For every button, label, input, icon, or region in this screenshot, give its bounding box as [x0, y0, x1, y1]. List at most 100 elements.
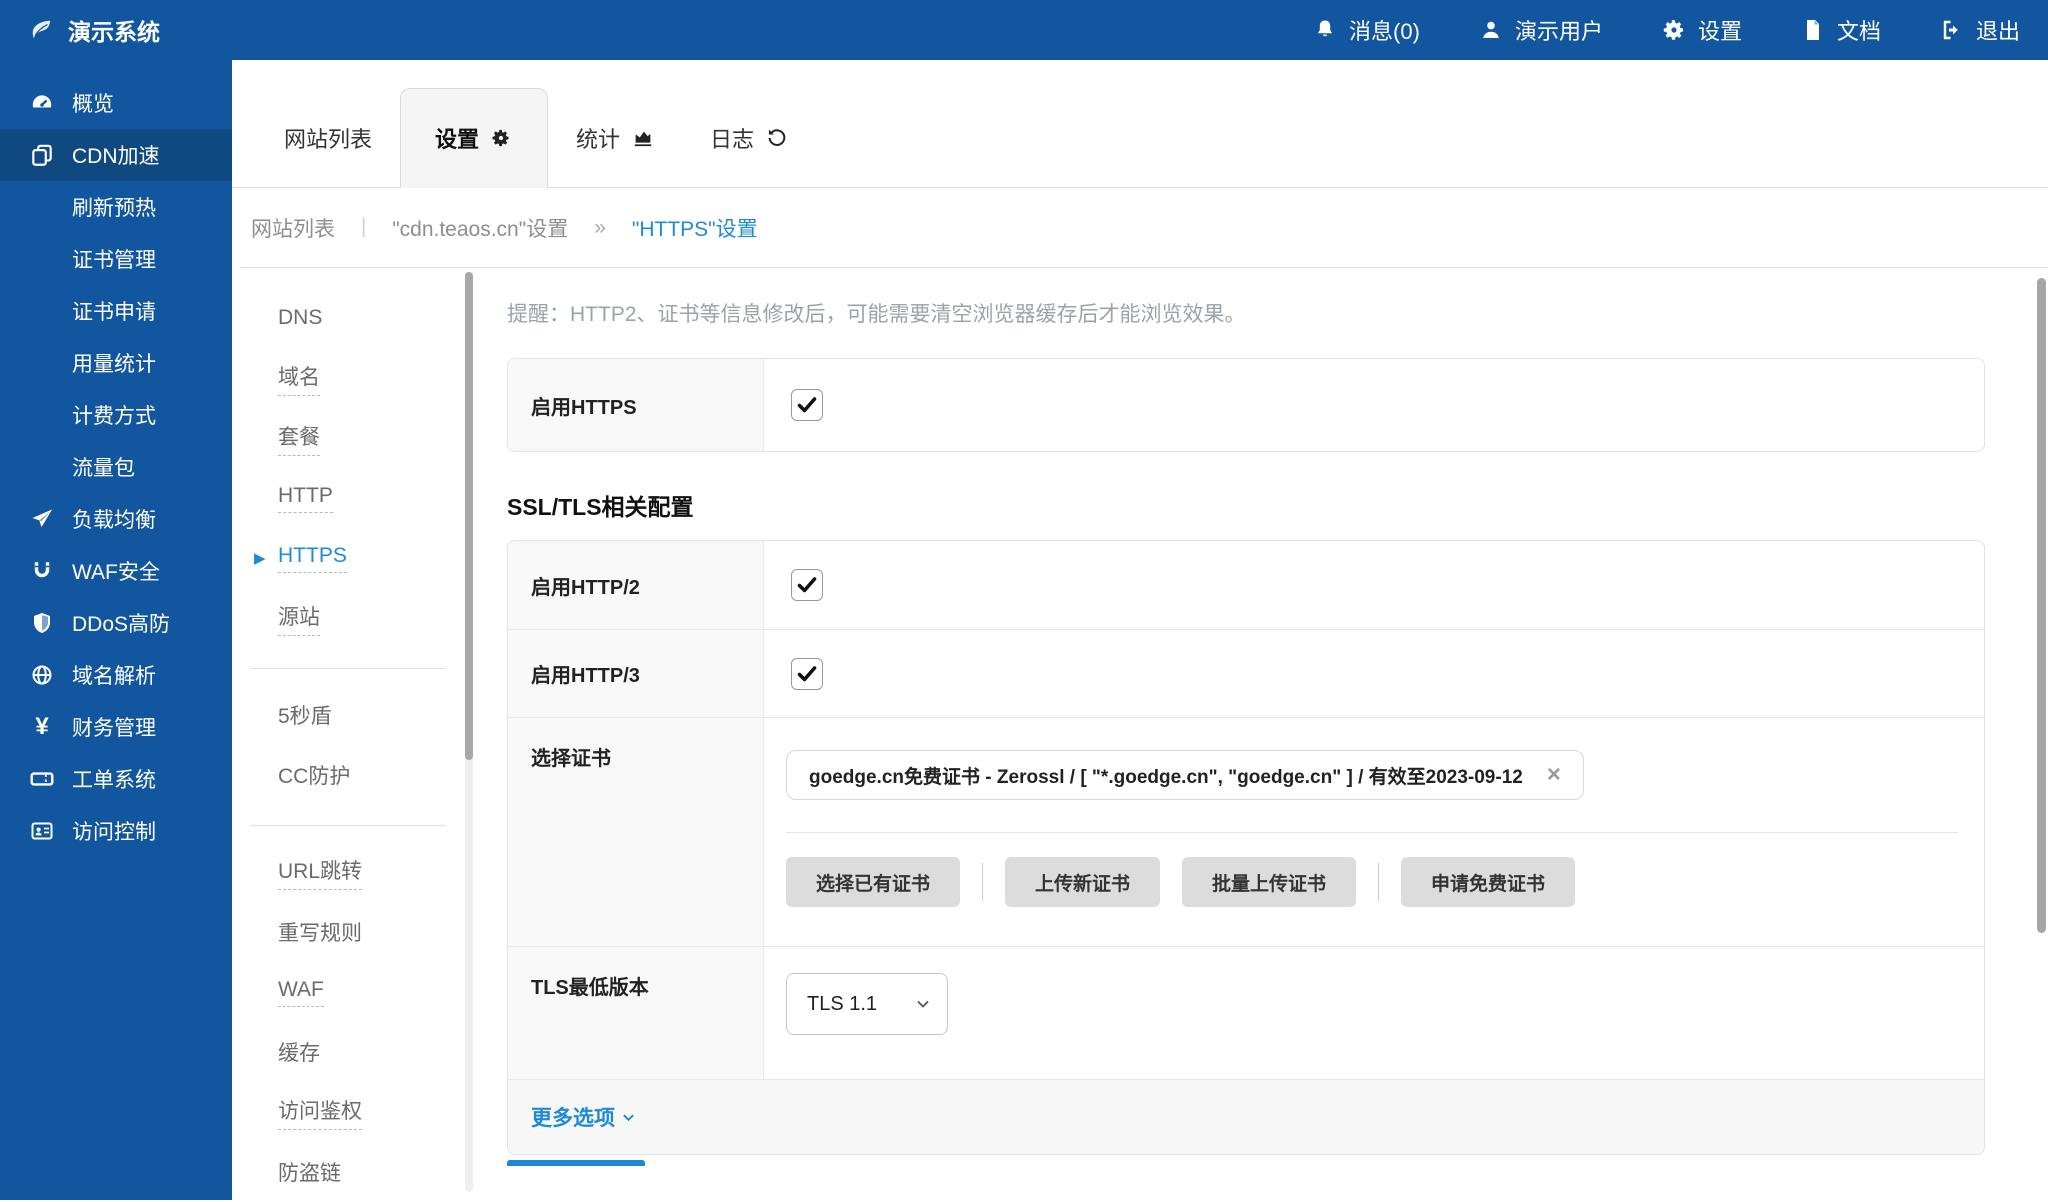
sidebar-label: 负载均衡 — [72, 504, 156, 534]
more-options-label: 更多选项 — [531, 1102, 615, 1132]
sidebar-item-usage-stats[interactable]: 用量统计 — [0, 337, 232, 389]
submenu-item-domains[interactable]: 域名 — [250, 348, 456, 408]
submenu-label: 套餐 — [278, 421, 320, 456]
remove-certificate-icon[interactable]: × — [1547, 763, 1561, 787]
submenu-scrollbar-thumb[interactable] — [465, 272, 473, 760]
breadcrumb-site-settings[interactable]: "cdn.teaos.cn"设置 — [392, 213, 568, 243]
certificate-row: 选择证书 goedge.cn免费证书 - Zerossl / [ "*.goed… — [508, 717, 1984, 946]
settings-submenu: DNS 域名 套餐 HTTP ▶ HTTPS 源站 5秒盾 CC防护 URL跳转… — [250, 288, 456, 1202]
dashboard-icon — [28, 90, 56, 116]
submenu-item-plan[interactable]: 套餐 — [250, 408, 456, 468]
main-content: 网站列表 设置 统计 日志 网站列表 | "cdn.teaos.cn"设置 » … — [232, 60, 2048, 1200]
save-button-partial[interactable] — [507, 1160, 645, 1166]
breadcrumb-site-list[interactable]: 网站列表 — [251, 213, 335, 243]
sidebar-item-purge-prefetch[interactable]: 刷新预热 — [0, 181, 232, 233]
enable-https-row: 启用HTTPS — [508, 359, 1984, 451]
submenu-item-hotlink-protect[interactable]: 防盗链 — [250, 1142, 456, 1202]
magnet-icon — [28, 558, 56, 584]
logout-icon — [1939, 17, 1965, 43]
submenu-label: HTTPS — [278, 544, 347, 573]
sidebar-label: 访问控制 — [72, 816, 156, 846]
sidebar-item-waf[interactable]: WAF安全 — [0, 545, 232, 597]
ticket-icon — [28, 766, 56, 792]
submenu-label: CC防护 — [278, 760, 350, 790]
sidebar-item-dns[interactable]: 域名解析 — [0, 649, 232, 701]
sidebar-label: 概览 — [72, 88, 114, 118]
current-user-link[interactable]: 演示用户 — [1478, 14, 1603, 46]
sidebar-item-finance[interactable]: ¥ 财务管理 — [0, 701, 232, 753]
settings-link[interactable]: 设置 — [1661, 14, 1742, 46]
sidebar-item-billing-method[interactable]: 计费方式 — [0, 389, 232, 441]
tab-logs[interactable]: 日志 — [682, 88, 816, 187]
sidebar-item-access-control[interactable]: 访问控制 — [0, 805, 232, 857]
certificate-buttons: 选择已有证书 上传新证书 批量上传证书 申请免费证书 — [786, 857, 1960, 907]
submenu-label: 访问鉴权 — [278, 1095, 362, 1130]
sidebar-label: 计费方式 — [72, 400, 156, 430]
submenu-item-url-redirect[interactable]: URL跳转 — [250, 842, 456, 902]
submenu-label: 5秒盾 — [278, 700, 332, 730]
submenu-label: WAF — [278, 978, 324, 1007]
apply-free-cert-button[interactable]: 申请免费证书 — [1401, 857, 1575, 907]
submenu-item-origin[interactable]: 源站 — [250, 588, 456, 648]
enable-http2-checkbox[interactable] — [791, 569, 823, 601]
sidebar-label: 域名解析 — [72, 660, 156, 690]
docs-link[interactable]: 文档 — [1800, 14, 1881, 46]
breadcrumb-separator: | — [361, 216, 366, 239]
app-brand: 演示系统 — [28, 13, 160, 47]
page-scrollbar-thumb[interactable] — [2037, 278, 2046, 933]
sidebar-item-cert-apply[interactable]: 证书申请 — [0, 285, 232, 337]
tls-version-label: TLS最低版本 — [508, 947, 764, 1079]
certificate-divider — [786, 832, 1958, 833]
enable-https-checkbox[interactable] — [791, 389, 823, 421]
sidebar-item-load-balancer[interactable]: 负载均衡 — [0, 493, 232, 545]
select-existing-cert-button[interactable]: 选择已有证书 — [786, 857, 960, 907]
sidebar-item-tickets[interactable]: 工单系统 — [0, 753, 232, 805]
chevron-down-icon — [621, 1110, 636, 1125]
tls-version-value: TLS 1.1 — [807, 993, 877, 1016]
messages-link[interactable]: 消息(0) — [1312, 14, 1420, 46]
sidebar-item-cdn[interactable]: CDN加速 — [0, 129, 232, 181]
submenu-item-cache[interactable]: 缓存 — [250, 1022, 456, 1082]
sidebar-item-ddos[interactable]: DDoS高防 — [0, 597, 232, 649]
breadcrumb: 网站列表 | "cdn.teaos.cn"设置 » "HTTPS"设置 — [251, 188, 758, 267]
submenu-divider — [250, 668, 446, 669]
sidebar-label: 工单系统 — [72, 764, 156, 794]
tab-settings[interactable]: 设置 — [400, 88, 548, 188]
more-options-link[interactable]: 更多选项 — [531, 1102, 636, 1132]
ssl-section-title: SSL/TLS相关配置 — [507, 488, 694, 522]
tabbar: 网站列表 设置 统计 日志 — [232, 88, 2048, 188]
submenu-item-http[interactable]: HTTP — [250, 468, 456, 528]
sidebar-label: DDoS高防 — [72, 608, 170, 638]
submenu-item-cc-protect[interactable]: CC防护 — [250, 745, 456, 805]
leaf-logo-icon — [28, 17, 54, 43]
logout-link[interactable]: 退出 — [1939, 14, 2020, 46]
submenu-item-5s-shield[interactable]: 5秒盾 — [250, 685, 456, 745]
chart-area-icon — [632, 127, 654, 149]
submenu-item-rewrite-rules[interactable]: 重写规则 — [250, 902, 456, 962]
submenu-divider — [250, 825, 446, 826]
enable-http3-checkbox[interactable] — [791, 658, 823, 690]
submenu-label: 缓存 — [278, 1037, 320, 1067]
tab-statistics[interactable]: 统计 — [548, 88, 682, 187]
submenu-label: URL跳转 — [278, 855, 362, 890]
globe-icon — [28, 662, 56, 688]
topnav: 消息(0) 演示用户 设置 文档 退出 — [1312, 14, 2020, 46]
sidebar-item-cert-manage[interactable]: 证书管理 — [0, 233, 232, 285]
history-icon — [766, 127, 788, 149]
enable-http2-label: 启用HTTP/2 — [508, 541, 764, 629]
sidebar-item-traffic-package[interactable]: 流量包 — [0, 441, 232, 493]
breadcrumb-https-settings[interactable]: "HTTPS"设置 — [632, 213, 758, 243]
batch-upload-cert-button[interactable]: 批量上传证书 — [1182, 857, 1356, 907]
upload-new-cert-button[interactable]: 上传新证书 — [1005, 857, 1160, 907]
sidebar-item-overview[interactable]: 概览 — [0, 77, 232, 129]
submenu-item-access-auth[interactable]: 访问鉴权 — [250, 1082, 456, 1142]
submenu-item-https[interactable]: ▶ HTTPS — [250, 528, 456, 588]
chevron-down-icon — [915, 996, 931, 1012]
tls-version-select[interactable]: TLS 1.1 — [786, 973, 948, 1035]
enable-https-label: 启用HTTPS — [508, 359, 764, 451]
tab-site-list[interactable]: 网站列表 — [256, 88, 400, 187]
submenu-item-dns[interactable]: DNS — [250, 288, 456, 348]
submenu-item-waf[interactable]: WAF — [250, 962, 456, 1022]
certificate-chip-text: goedge.cn免费证书 - Zerossl / [ "*.goedge.cn… — [809, 762, 1523, 789]
submenu-label: HTTP — [278, 484, 333, 513]
